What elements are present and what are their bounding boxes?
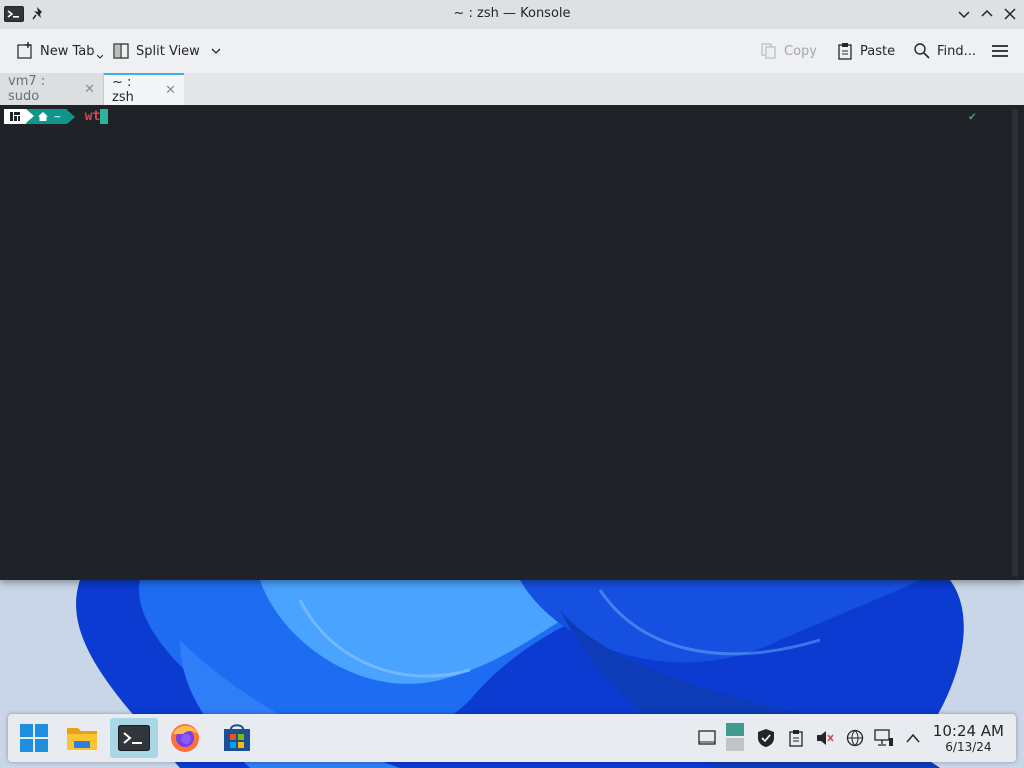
hamburger-menu-button[interactable]	[990, 39, 1010, 63]
file-manager-icon	[67, 728, 97, 750]
tab-label: vm7 : sudo	[8, 74, 46, 104]
new-tab-button[interactable]: New Tab	[16, 39, 103, 63]
start-menu-button[interactable]	[14, 718, 54, 758]
status-ok-indicator: ✔	[968, 109, 976, 123]
paste-label: Paste	[860, 43, 896, 59]
split-view-label: Split View	[136, 43, 200, 59]
chevron-down-icon	[211, 48, 221, 54]
prompt-directory: ~	[54, 110, 61, 123]
firefox-button[interactable]	[165, 718, 205, 758]
security-shield-icon[interactable]	[755, 727, 777, 749]
pager-icon[interactable]	[724, 722, 746, 752]
firefox-icon	[171, 724, 199, 752]
wired-network-icon[interactable]	[873, 727, 895, 749]
network-globe-icon[interactable]	[844, 727, 866, 749]
clock-date: 6/13/24	[945, 740, 992, 754]
volume-muted-icon[interactable]	[814, 727, 836, 749]
copy-label: Copy	[784, 43, 817, 59]
store-icon	[224, 724, 250, 751]
find-label: Find...	[937, 43, 977, 59]
file-manager-button[interactable]	[62, 718, 102, 758]
show-desktop-icon[interactable]	[696, 727, 718, 749]
paste-icon	[838, 43, 852, 60]
close-icon[interactable]	[1002, 6, 1018, 22]
minimize-icon[interactable]	[956, 6, 972, 22]
clipboard-icon[interactable]	[785, 727, 807, 749]
split-view-button[interactable]: Split View	[112, 39, 222, 63]
scrollbar[interactable]	[1012, 109, 1018, 577]
konsole-taskbar-button[interactable]	[110, 718, 158, 758]
split-view-icon	[113, 43, 129, 59]
clock-time: 10:24 AM	[932, 722, 1004, 740]
paste-button[interactable]: Paste	[836, 39, 895, 63]
search-icon	[914, 43, 930, 59]
store-button[interactable]	[217, 718, 257, 758]
chevron-up-icon[interactable]	[902, 727, 924, 749]
toolbar: New Tab Split View Copy Paste Find...	[0, 29, 1024, 74]
digital-clock[interactable]: 10:24 AM 6/13/24	[933, 722, 1004, 754]
window-title: ~ : zsh — Konsole	[453, 6, 571, 21]
find-button[interactable]: Find...	[913, 39, 976, 63]
konsole-icon	[118, 725, 150, 751]
taskbar: 10:24 AM 6/13/24	[8, 714, 1016, 762]
os-segment	[4, 109, 26, 124]
konsole-window: ~ : zsh — Konsole New Tab Split View Cop…	[0, 0, 1024, 580]
hamburger-menu-icon	[992, 45, 1008, 57]
tab-bar: vm7 : sudo ✕ ~ : zsh ✕	[0, 73, 1024, 106]
maximize-icon[interactable]	[979, 6, 995, 22]
dropdown-arrow-icon	[96, 54, 103, 59]
home-icon	[38, 112, 48, 121]
shell-prompt: ~ wt	[4, 109, 109, 124]
start-menu-icon	[20, 724, 48, 752]
new-tab-label: New Tab	[40, 43, 95, 59]
text-cursor	[100, 109, 109, 124]
terminal-area[interactable]: ~ wt ✔	[0, 105, 1024, 580]
manjaro-logo-icon	[10, 112, 20, 121]
tab-close-icon[interactable]: ✕	[165, 83, 176, 98]
prompt-arrow	[66, 109, 75, 124]
tab-close-icon[interactable]: ✕	[84, 82, 95, 97]
tab-label: ~ : zsh	[112, 75, 134, 105]
new-tab-icon	[17, 42, 32, 59]
directory-segment: ~	[26, 109, 67, 124]
titlebar[interactable]: ~ : zsh — Konsole	[0, 0, 1024, 30]
copy-button[interactable]: Copy	[760, 39, 817, 63]
copy-icon	[761, 43, 776, 59]
typed-command: wt	[84, 109, 101, 124]
tab-zsh[interactable]: ~ : zsh ✕	[104, 73, 184, 105]
tab-vm7-sudo[interactable]: vm7 : sudo ✕	[0, 73, 104, 105]
